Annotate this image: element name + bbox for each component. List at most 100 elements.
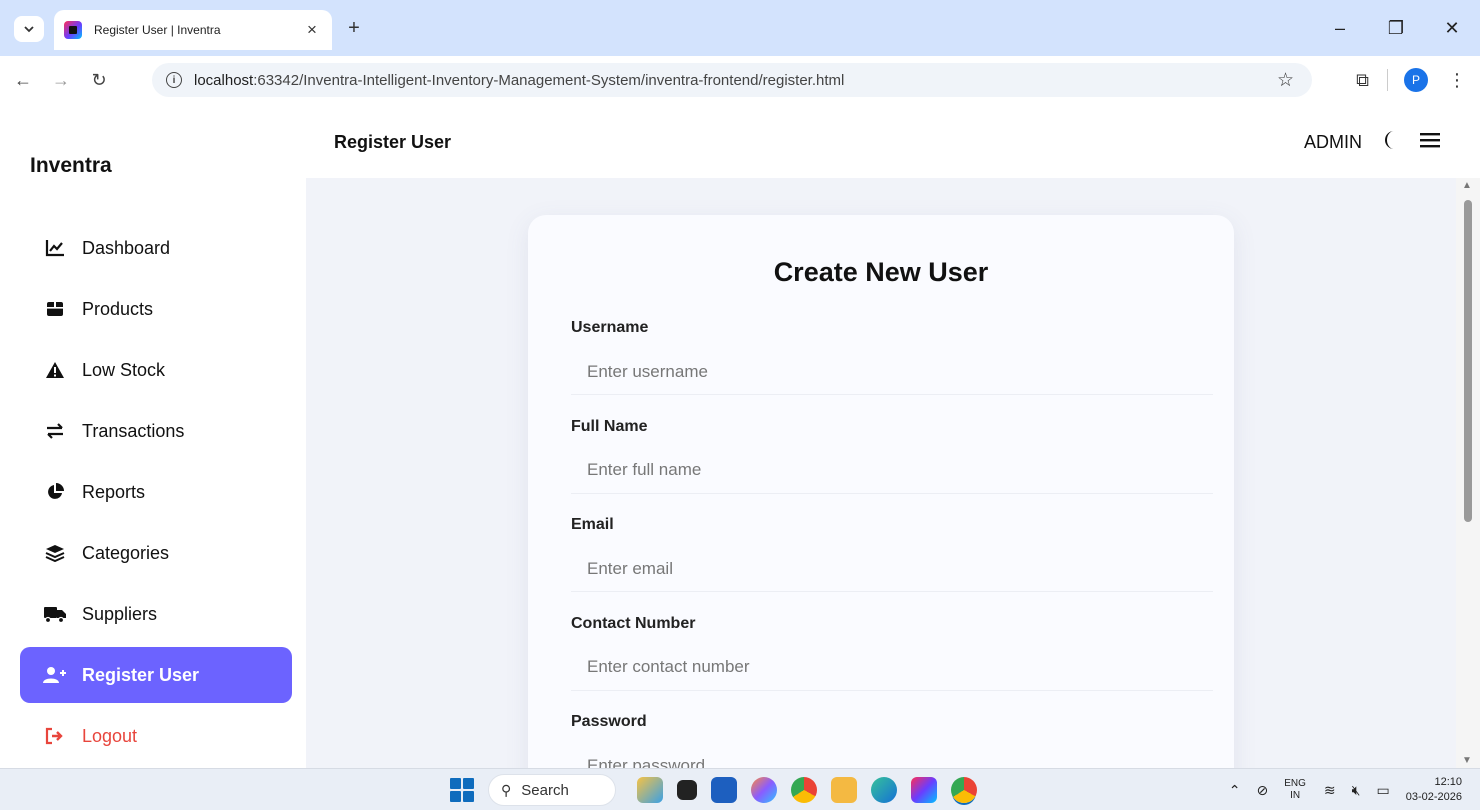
contact-number-input[interactable]: [571, 644, 1213, 691]
sidebar-item-label: Reports: [82, 481, 146, 502]
chevron-up-icon[interactable]: ⌃: [1229, 782, 1241, 799]
pie-chart-icon: [40, 483, 70, 501]
sidebar-item-dashboard[interactable]: Dashboard: [20, 220, 292, 276]
chrome-active-app-icon[interactable]: [951, 777, 977, 803]
wifi-icon[interactable]: ≋: [1324, 782, 1336, 799]
scrollbar-thumb[interactable]: [1464, 200, 1472, 522]
scroll-down-arrow-icon[interactable]: ▼: [1462, 755, 1472, 766]
new-tab-button[interactable]: +: [344, 18, 364, 38]
main-area: Register User ADMIN Create New User User…: [306, 104, 1480, 768]
system-tray: ⌃ ⊘ ENG IN ≋ 🔇︎ ▭ 12:10 03-02-2026: [1229, 773, 1462, 807]
reload-icon[interactable]: ↻: [84, 70, 114, 91]
header-actions: ADMIN: [1304, 130, 1440, 155]
toolbar-divider: [1387, 69, 1388, 91]
windows-taskbar: ⚲ Search ⌃ ⊘ ENG IN ≋ 🔇︎ ▭ 12:10 03-02-2…: [0, 768, 1480, 810]
sidebar-item-label: Transactions: [82, 420, 185, 441]
logout-icon: [40, 727, 70, 745]
sidebar-item-low-stock[interactable]: Low Stock: [20, 342, 292, 398]
user-plus-icon: [40, 666, 70, 684]
email-field-group: Email: [571, 516, 1213, 615]
battery-icon[interactable]: ▭: [1376, 782, 1389, 799]
content-area: Create New User Username Full Name Email: [306, 178, 1456, 768]
create-user-card: Create New User Username Full Name Email: [528, 215, 1234, 768]
task-view-icon[interactable]: [677, 780, 697, 800]
full-name-input[interactable]: [571, 447, 1213, 494]
username-input[interactable]: [571, 349, 1213, 395]
more-menu-icon[interactable]: ⋮: [1448, 70, 1466, 91]
site-info-icon[interactable]: i: [166, 72, 182, 88]
username-field-group: Username: [571, 319, 1213, 418]
sidebar-item-label: Low Stock: [82, 359, 166, 380]
page-title: Register User: [334, 132, 452, 152]
layers-icon: [40, 544, 70, 562]
tab-search-button[interactable]: [14, 16, 44, 42]
sidebar: Inventra Dashboard Products Low Stock Tr…: [0, 104, 306, 768]
box-icon: [40, 300, 70, 318]
language-indicator[interactable]: ENG IN: [1284, 778, 1306, 802]
sidebar-item-reports[interactable]: Reports: [20, 464, 292, 520]
taskbar-search[interactable]: ⚲ Search: [488, 774, 616, 806]
url-omnibox[interactable]: i localhost:63342/Inventra-Intelligent-I…: [152, 63, 1312, 97]
sidebar-item-label: Dashboard: [82, 237, 171, 258]
contact-number-label: Contact Number: [571, 614, 696, 632]
contact-number-field-group: Contact Number: [571, 615, 1213, 714]
edge-app-icon[interactable]: [871, 777, 897, 803]
location-off-icon[interactable]: ⊘: [1257, 782, 1269, 799]
bookmark-star-icon[interactable]: ☆: [1277, 69, 1294, 92]
minimize-button[interactable]: –: [1312, 14, 1368, 42]
taskbar-search-label: Search: [521, 781, 569, 799]
widgets-app-icon[interactable]: [637, 777, 663, 803]
restore-button[interactable]: ❐: [1368, 14, 1424, 42]
tab-close-icon[interactable]: ×: [302, 20, 322, 40]
url-path: :63342/Inventra-Intelligent-Inventory-Ma…: [253, 71, 845, 89]
brand-logo-text: Inventra: [30, 154, 112, 177]
clock-date: 03-02-2026: [1405, 791, 1462, 803]
back-arrow-icon[interactable]: ←: [8, 70, 38, 91]
volume-muted-icon[interactable]: 🔇︎: [1352, 782, 1361, 799]
email-input[interactable]: [571, 546, 1213, 592]
truck-icon: [40, 605, 70, 623]
password-label: Password: [571, 713, 647, 730]
exchange-icon: [40, 422, 70, 440]
page-scrollbar[interactable]: ▲ ▼: [1456, 178, 1480, 768]
sidebar-item-products[interactable]: Products: [20, 281, 292, 337]
extensions-icon[interactable]: ⧉: [1356, 70, 1369, 91]
toolbar-right: ⧉ P ⋮: [1356, 68, 1466, 92]
sidebar-item-label: Suppliers: [82, 603, 158, 624]
close-window-button[interactable]: ✕: [1424, 14, 1480, 42]
taskbar-apps: ⚲ Search: [450, 774, 984, 806]
language-code: ENG: [1284, 778, 1306, 789]
browser-address-bar: ← → ↻ i localhost:63342/Inventra-Intelli…: [0, 56, 1480, 104]
sidebar-item-categories[interactable]: Categories: [20, 525, 292, 581]
sidebar-item-register-user[interactable]: Register User: [20, 647, 292, 703]
intellij-app-icon[interactable]: [911, 777, 937, 803]
store-app-icon[interactable]: [711, 777, 737, 803]
sidebar-item-suppliers[interactable]: Suppliers: [20, 586, 292, 642]
profile-avatar[interactable]: P: [1404, 68, 1428, 92]
moon-icon[interactable]: [1382, 130, 1398, 155]
chrome-app-icon[interactable]: [791, 777, 817, 803]
hamburger-menu-icon[interactable]: [1420, 131, 1440, 154]
sidebar-item-label: Logout: [82, 725, 138, 746]
url-text: localhost:63342/Inventra-Intelligent-Inv…: [194, 72, 844, 89]
tab-title: Register User | Inventra: [94, 23, 221, 37]
url-host: localhost: [194, 71, 254, 89]
scroll-up-arrow-icon[interactable]: ▲: [1462, 180, 1472, 191]
windows-start-icon[interactable]: [450, 778, 474, 802]
clock-time: 12:10: [1434, 776, 1462, 788]
user-role-label: ADMIN: [1304, 132, 1362, 152]
browser-tab-active[interactable]: Register User | Inventra ×: [54, 10, 332, 50]
sidebar-item-logout[interactable]: Logout: [20, 708, 292, 764]
email-label: Email: [571, 516, 614, 533]
full-name-field-group: Full Name: [571, 418, 1213, 517]
web-page: Inventra Dashboard Products Low Stock Tr…: [0, 104, 1480, 768]
password-input[interactable]: [571, 743, 1213, 768]
forward-arrow-icon[interactable]: →: [46, 70, 76, 91]
clock[interactable]: 12:10 03-02-2026: [1406, 775, 1462, 805]
region-code: IN: [1290, 790, 1301, 801]
file-explorer-icon[interactable]: [831, 777, 857, 803]
copilot-app-icon[interactable]: [751, 777, 777, 803]
sidebar-item-transactions[interactable]: Transactions: [20, 403, 292, 459]
sidebar-nav: Dashboard Products Low Stock Transaction…: [20, 220, 292, 768]
sidebar-item-label: Products: [82, 298, 154, 319]
